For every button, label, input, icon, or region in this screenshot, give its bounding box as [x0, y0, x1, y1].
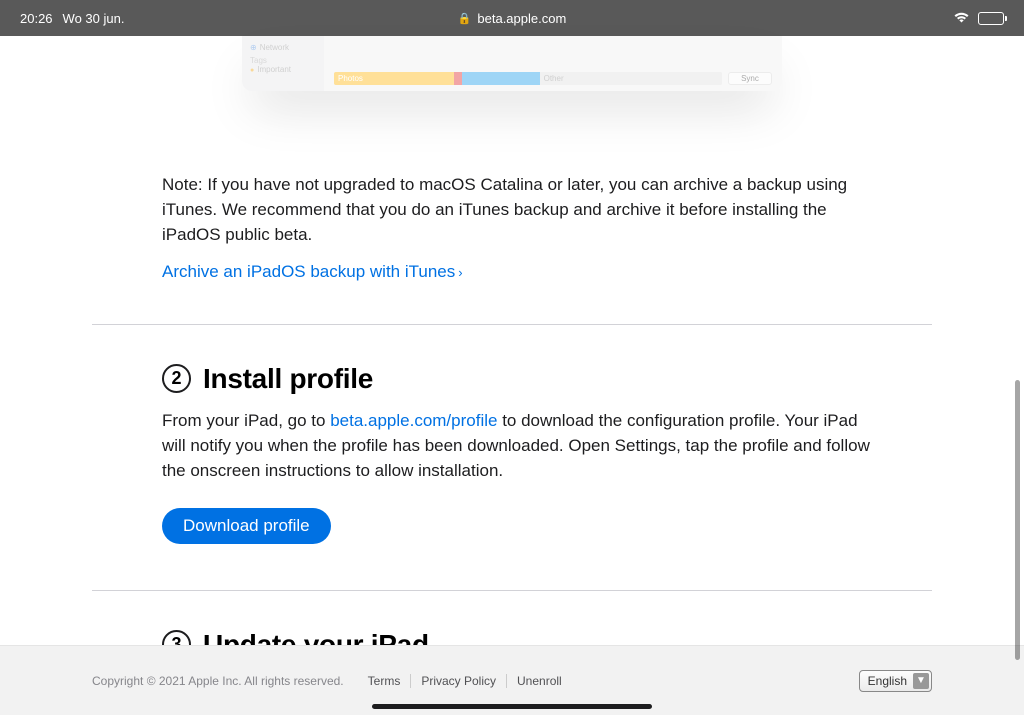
step-2-badge: 2 [162, 364, 191, 393]
scrollbar[interactable] [1015, 380, 1020, 660]
sync-button: Sync [728, 72, 772, 85]
ipad-status-bar: 20:26 Wo 30 jun. 🔒 beta.apple.com [0, 0, 1024, 36]
backup-note: Note: If you have not upgraded to macOS … [162, 173, 864, 248]
language-selector[interactable]: English ▼ [859, 670, 932, 692]
download-profile-button[interactable]: Download profile [162, 508, 331, 544]
finder-network: Network [250, 43, 316, 52]
language-label: English [868, 674, 907, 688]
status-date: Wo 30 jun. [63, 11, 125, 26]
lock-icon: 🔒 [458, 12, 472, 25]
section-divider [92, 590, 932, 591]
step-2-body: From your iPad, go to beta.apple.com/pro… [162, 409, 874, 484]
archive-backup-link[interactable]: Archive an iPadOS backup with iTunes› [162, 262, 463, 282]
archive-link-text: Archive an iPadOS backup with iTunes [162, 262, 455, 281]
footer-unenroll-link[interactable]: Unenroll [507, 674, 572, 688]
dropdown-arrow-icon: ▼ [913, 673, 929, 689]
battery-icon [978, 12, 1004, 25]
footer-privacy-link[interactable]: Privacy Policy [411, 674, 507, 688]
home-indicator[interactable] [372, 704, 652, 709]
address-bar[interactable]: 🔒 beta.apple.com [458, 11, 567, 26]
finder-important-tag: Important [250, 65, 316, 74]
chevron-right-icon: › [458, 265, 462, 280]
copyright-text: Copyright © 2021 Apple Inc. All rights r… [92, 674, 344, 688]
wifi-icon [953, 10, 970, 26]
status-time: 20:26 [20, 11, 53, 26]
footer-terms-link[interactable]: Terms [358, 674, 412, 688]
finder-screenshot: Network Tags Important Photos Other Sync [242, 36, 782, 91]
profile-link[interactable]: beta.apple.com/profile [330, 411, 497, 430]
finder-tags-label: Tags [250, 56, 316, 65]
step-2-title: Install profile [203, 363, 373, 395]
storage-photos: Photos [334, 72, 454, 85]
storage-other: Other [540, 72, 722, 85]
step-2-heading: 2 Install profile [162, 363, 1024, 395]
section-divider [92, 324, 932, 325]
url-text: beta.apple.com [477, 11, 566, 26]
storage-bar: Photos Other [334, 72, 722, 85]
